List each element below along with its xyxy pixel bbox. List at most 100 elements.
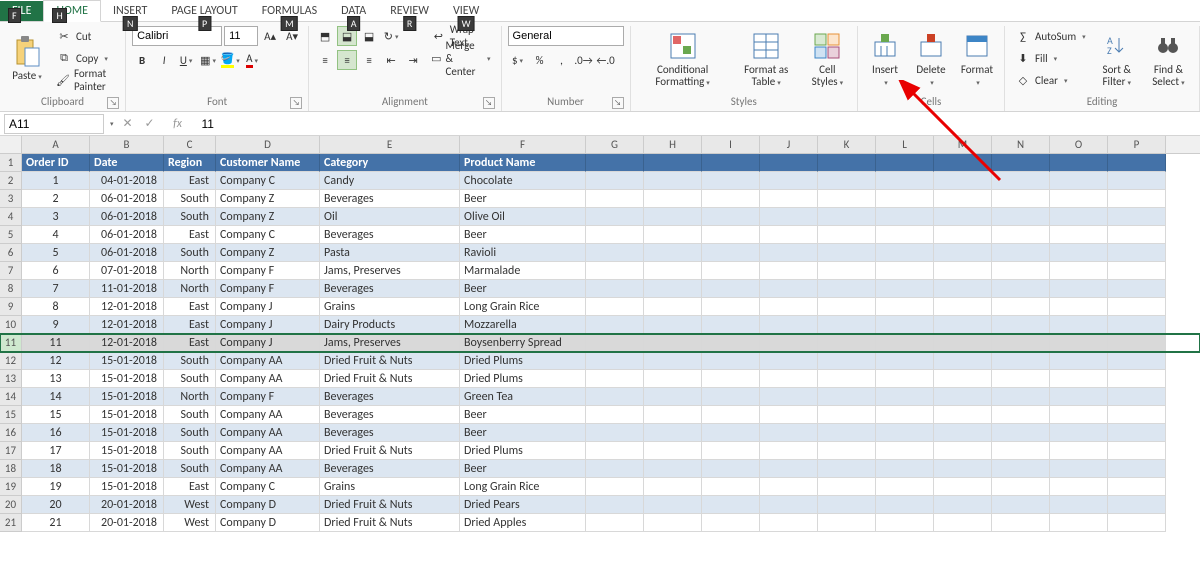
cell[interactable]: 06-01-2018 bbox=[90, 208, 164, 226]
format-cells-button[interactable]: Format▾ bbox=[956, 26, 998, 92]
cell[interactable]: Dried Fruit & Nuts bbox=[320, 442, 460, 460]
decrease-indent-button[interactable]: ⇤ bbox=[381, 50, 401, 70]
cell[interactable] bbox=[586, 442, 644, 460]
number-format-select[interactable] bbox=[508, 26, 624, 46]
cell[interactable] bbox=[760, 442, 818, 460]
cell[interactable]: 7 bbox=[22, 280, 90, 298]
cell[interactable] bbox=[586, 316, 644, 334]
cell[interactable]: Product Name bbox=[460, 154, 586, 172]
cell[interactable] bbox=[1108, 154, 1166, 172]
cell[interactable] bbox=[760, 280, 818, 298]
cell[interactable]: Beer bbox=[460, 460, 586, 478]
cell[interactable]: Dried Fruit & Nuts bbox=[320, 514, 460, 532]
cell[interactable]: Beer bbox=[460, 226, 586, 244]
row-header[interactable]: 3 bbox=[0, 190, 22, 208]
cell[interactable] bbox=[1108, 388, 1166, 406]
table-row[interactable]: 4306-01-2018SouthCompany ZOilOlive Oil bbox=[0, 208, 1200, 226]
cell[interactable]: Beverages bbox=[320, 190, 460, 208]
cell[interactable] bbox=[644, 244, 702, 262]
cell[interactable] bbox=[760, 262, 818, 280]
cell[interactable] bbox=[644, 370, 702, 388]
cell[interactable] bbox=[1108, 262, 1166, 280]
row-header[interactable]: 13 bbox=[0, 370, 22, 388]
cell[interactable] bbox=[760, 496, 818, 514]
cell[interactable]: South bbox=[164, 370, 216, 388]
table-row[interactable]: 10912-01-2018EastCompany JDairy Products… bbox=[0, 316, 1200, 334]
cell[interactable] bbox=[760, 226, 818, 244]
cell[interactable]: South bbox=[164, 442, 216, 460]
accounting-format-button[interactable]: $▾ bbox=[508, 50, 528, 70]
cell[interactable] bbox=[934, 478, 992, 496]
cell[interactable] bbox=[760, 460, 818, 478]
row-header[interactable]: 10 bbox=[0, 316, 22, 334]
cell[interactable] bbox=[1050, 370, 1108, 388]
cell[interactable] bbox=[760, 406, 818, 424]
cell[interactable] bbox=[702, 388, 760, 406]
table-row[interactable]: 141415-01-2018NorthCompany FBeveragesGre… bbox=[0, 388, 1200, 406]
cell[interactable] bbox=[1108, 244, 1166, 262]
cell[interactable]: 20 bbox=[22, 496, 90, 514]
column-header-I[interactable]: I bbox=[702, 136, 760, 153]
cell[interactable] bbox=[876, 280, 934, 298]
cell[interactable]: 17 bbox=[22, 442, 90, 460]
cell[interactable]: 12-01-2018 bbox=[90, 316, 164, 334]
number-launcher[interactable]: ↘ bbox=[612, 97, 624, 109]
cell[interactable]: 2 bbox=[22, 190, 90, 208]
cell[interactable] bbox=[934, 154, 992, 172]
cell[interactable] bbox=[760, 298, 818, 316]
font-size-input[interactable] bbox=[224, 26, 258, 46]
cell[interactable] bbox=[876, 334, 934, 352]
cell[interactable] bbox=[644, 226, 702, 244]
cell[interactable] bbox=[992, 460, 1050, 478]
clipboard-launcher[interactable]: ↘ bbox=[107, 97, 119, 109]
cell[interactable] bbox=[644, 208, 702, 226]
cell[interactable] bbox=[644, 316, 702, 334]
cell[interactable]: 1 bbox=[22, 172, 90, 190]
row-header[interactable]: 12 bbox=[0, 352, 22, 370]
cell[interactable] bbox=[934, 424, 992, 442]
cell[interactable] bbox=[586, 208, 644, 226]
fill-color-button[interactable]: 🪣▾ bbox=[220, 50, 240, 70]
cell[interactable]: Jams, Preserves bbox=[320, 334, 460, 352]
comma-style-button[interactable]: , bbox=[552, 50, 572, 70]
cell[interactable] bbox=[934, 226, 992, 244]
format-painter-button[interactable]: 🖌Format Painter bbox=[52, 70, 119, 90]
cell[interactable] bbox=[1050, 298, 1108, 316]
cell[interactable]: Dairy Products bbox=[320, 316, 460, 334]
cell[interactable]: Beverages bbox=[320, 280, 460, 298]
cell[interactable]: 15 bbox=[22, 406, 90, 424]
cell[interactable] bbox=[702, 352, 760, 370]
cell[interactable] bbox=[992, 352, 1050, 370]
cell[interactable]: Company F bbox=[216, 280, 320, 298]
cell[interactable] bbox=[586, 514, 644, 532]
cell[interactable] bbox=[934, 442, 992, 460]
cell[interactable]: 8 bbox=[22, 298, 90, 316]
cell[interactable]: Beer bbox=[460, 406, 586, 424]
cell[interactable] bbox=[934, 406, 992, 424]
cell[interactable] bbox=[702, 316, 760, 334]
table-row[interactable]: 3206-01-2018SouthCompany ZBeveragesBeer bbox=[0, 190, 1200, 208]
cell[interactable]: Dried Fruit & Nuts bbox=[320, 496, 460, 514]
cell[interactable] bbox=[1050, 442, 1108, 460]
cell[interactable] bbox=[586, 190, 644, 208]
cell[interactable] bbox=[1050, 496, 1108, 514]
cell[interactable] bbox=[818, 514, 876, 532]
tab-view[interactable]: VIEWW bbox=[441, 1, 491, 21]
cell[interactable] bbox=[818, 226, 876, 244]
cell[interactable] bbox=[934, 316, 992, 334]
cell[interactable]: Oil bbox=[320, 208, 460, 226]
cell[interactable] bbox=[1108, 334, 1166, 352]
italic-button[interactable]: I bbox=[154, 50, 174, 70]
row-header[interactable]: 20 bbox=[0, 496, 22, 514]
cell[interactable] bbox=[702, 172, 760, 190]
column-header-N[interactable]: N bbox=[992, 136, 1050, 153]
cell[interactable] bbox=[818, 190, 876, 208]
cell[interactable] bbox=[702, 190, 760, 208]
cell[interactable]: Ravioli bbox=[460, 244, 586, 262]
column-header-A[interactable]: A bbox=[22, 136, 90, 153]
cell[interactable] bbox=[702, 298, 760, 316]
insert-cells-button[interactable]: Insert▾ bbox=[864, 26, 906, 92]
column-header-D[interactable]: D bbox=[216, 136, 320, 153]
cell[interactable] bbox=[644, 496, 702, 514]
cell[interactable]: Company AA bbox=[216, 370, 320, 388]
